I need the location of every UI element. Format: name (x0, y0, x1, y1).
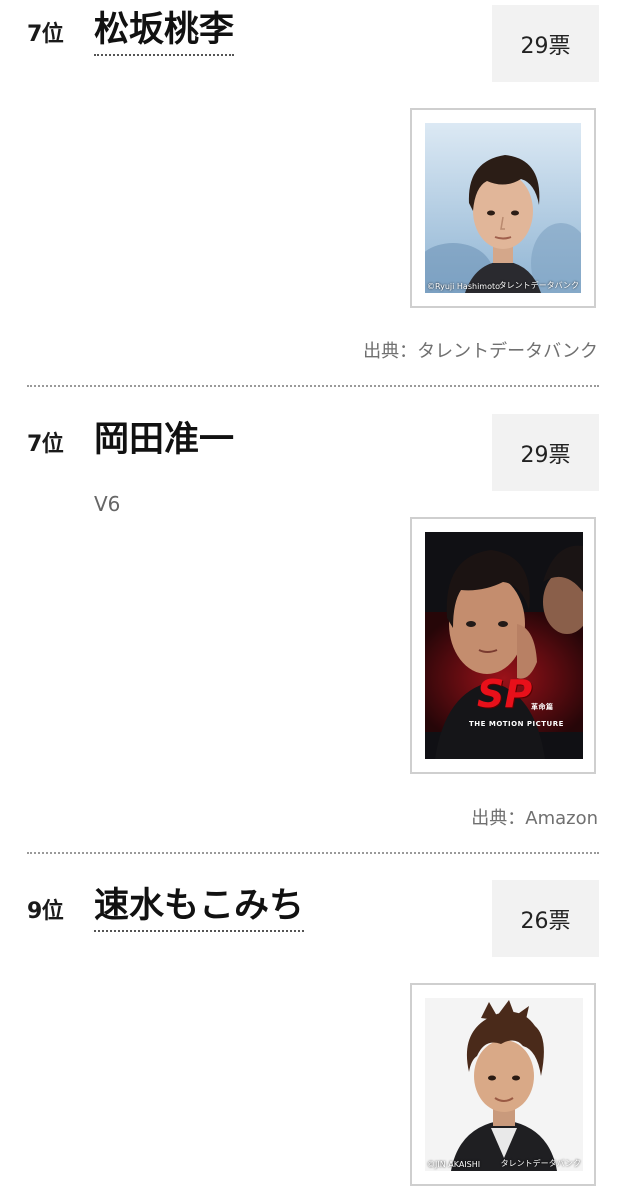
poster-logo: SP (477, 672, 533, 716)
poster-image-frame[interactable]: SP 革命篇 THE MOTION PICTURE (410, 517, 596, 774)
celebrity-name-link[interactable]: 速水もこみち (94, 884, 305, 932)
entry-divider (27, 852, 599, 854)
celebrity-photo: ©Ryuji Hashimoto タレントデータバンク (425, 123, 581, 293)
movie-poster: SP 革命篇 THE MOTION PICTURE (425, 532, 583, 759)
photo-agency-credit: タレントデータバンク (500, 1159, 581, 1168)
photo-copyright: ©JIN AKAISHI (427, 1160, 481, 1169)
poster-logo-sub: 革命篇 (531, 703, 554, 711)
image-source: 出典：Amazon (471, 808, 598, 829)
vote-count-badge: 29票 (492, 5, 599, 82)
photo-agency-credit: タレントデータバンク (498, 281, 579, 290)
celebrity-name: 岡田准一 (94, 420, 235, 460)
image-source: 出典：タレントデータバンク (363, 341, 598, 362)
rank-label: 7位 (27, 432, 64, 457)
rank-label: 9位 (27, 899, 64, 924)
entry-divider (27, 385, 599, 387)
photo-copyright: ©Ryuji Hashimoto (427, 282, 501, 291)
poster-subtitle: THE MOTION PICTURE (469, 720, 564, 728)
vote-count-badge: 26票 (492, 880, 599, 957)
celebrity-name-link[interactable]: 松坂桃李 (94, 8, 235, 56)
celebrity-photo: ©JIN AKAISHI タレントデータバンク (425, 998, 583, 1171)
vote-count-badge: 29票 (492, 414, 599, 491)
celebrity-photo-frame[interactable]: ©Ryuji Hashimoto タレントデータバンク (410, 108, 596, 308)
rank-label: 7位 (27, 22, 64, 47)
celebrity-photo-frame[interactable]: ©JIN AKAISHI タレントデータバンク (410, 983, 596, 1186)
group-name: V6 (94, 492, 121, 516)
